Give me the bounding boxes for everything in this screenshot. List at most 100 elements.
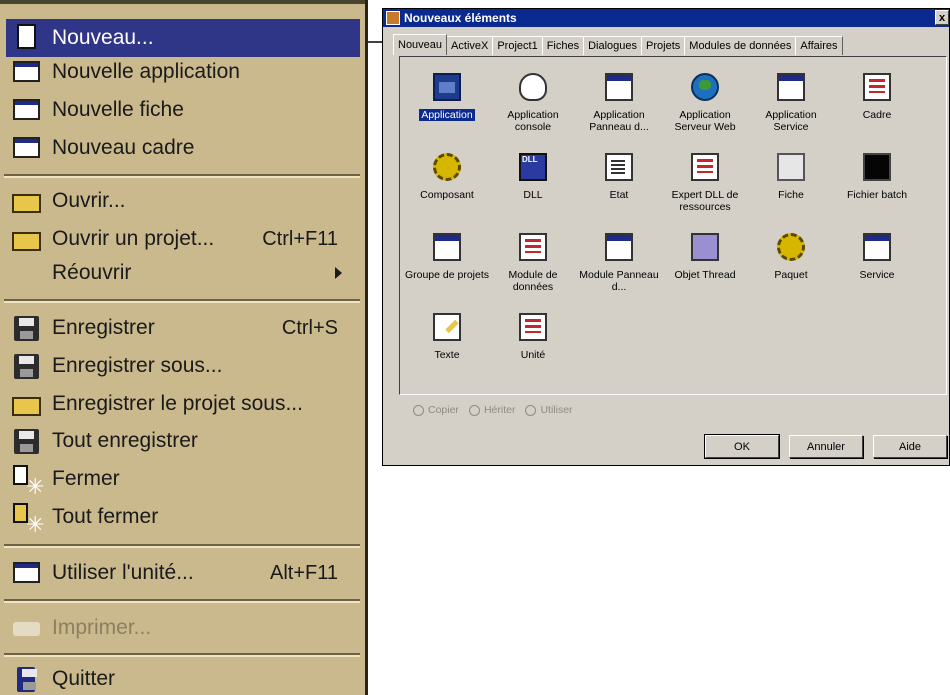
close-all-icon: ✳ — [10, 502, 44, 536]
item-fiche[interactable]: Fiche — [748, 147, 834, 219]
menu-item-shortcut: Alt+F11 — [270, 561, 338, 584]
menu-item-imprimer: Imprimer... — [6, 609, 360, 647]
new-form-icon — [10, 95, 44, 125]
component-gear-icon — [433, 153, 461, 181]
item-texte[interactable]: Texte — [404, 307, 490, 379]
item-module-de-donnees[interactable]: Module de données — [490, 227, 576, 299]
menu-item-quitter[interactable]: Quitter — [6, 660, 360, 695]
menu-item-nouvelle-application[interactable]: Nouvelle application — [6, 53, 360, 91]
report-icon — [605, 153, 633, 181]
quit-icon — [10, 664, 44, 694]
item-unite[interactable]: Unité — [490, 307, 576, 379]
item-objet-thread[interactable]: Objet Thread — [662, 227, 748, 299]
close-file-icon: ✳ — [10, 464, 44, 498]
menu-item-label: Réouvrir — [52, 261, 132, 284]
menu-item-ouvrir-projet[interactable]: Ouvrir un projet... Ctrl+F11 — [6, 220, 360, 258]
menu-item-nouveau-cadre[interactable]: Nouveau cadre — [6, 129, 360, 167]
save-as-icon — [10, 351, 44, 381]
menu-item-reouvrir[interactable]: Réouvrir — [6, 254, 360, 292]
menu-separator — [4, 544, 360, 548]
item-label: Application Panneau d... — [589, 109, 649, 133]
item-cadre[interactable]: Cadre — [834, 67, 920, 139]
item-expert-dll-ressources[interactable]: Expert DLL de ressources — [662, 147, 748, 219]
cancel-button[interactable]: Annuler — [789, 435, 863, 458]
save-disk-icon — [10, 313, 44, 343]
menu-item-shortcut: Ctrl+S — [281, 316, 338, 339]
service-app-icon — [777, 73, 805, 101]
menu-item-label: Tout fermer — [52, 505, 159, 528]
menu-item-tout-fermer[interactable]: ✳ Tout fermer — [6, 498, 360, 536]
menu-item-utiliser-unite[interactable]: Utiliser l'unité... Alt+F11 — [6, 554, 360, 592]
items-panel: Application Application console Applicat… — [399, 56, 947, 395]
tab-dialogues[interactable]: Dialogues — [583, 36, 643, 55]
menu-item-enregistrer-sous[interactable]: Enregistrer sous... — [6, 347, 360, 385]
item-groupe-de-projets[interactable]: Groupe de projets — [404, 227, 490, 299]
item-service[interactable]: Service — [834, 227, 920, 299]
item-label: Paquet — [774, 269, 808, 281]
option-utiliser: Utiliser — [525, 404, 573, 416]
tab-fiches[interactable]: Fiches — [541, 36, 585, 55]
tab-projets[interactable]: Projets — [641, 36, 686, 55]
new-document-icon — [10, 23, 44, 53]
save-all-icon — [10, 426, 44, 456]
dialog-title: Nouveaux éléments — [404, 11, 517, 25]
menu-item-label: Tout enregistrer — [52, 429, 198, 452]
item-dll[interactable]: DLL — [490, 147, 576, 219]
menu-item-label: Enregistrer — [52, 316, 155, 339]
item-module-panneau[interactable]: Module Panneau d... — [576, 227, 662, 299]
project-group-icon — [433, 233, 461, 261]
item-application[interactable]: Application — [404, 67, 490, 139]
menu-item-shortcut: Ctrl+F11 — [262, 227, 338, 250]
help-button[interactable]: Aide — [873, 435, 947, 458]
menu-item-ouvrir[interactable]: Ouvrir... — [6, 182, 360, 220]
tab-strip: Nouveau ActiveX Project1 Fiches Dialogue… — [393, 34, 843, 56]
menu-item-label: Nouvelle fiche — [52, 98, 184, 121]
menu-item-label: Enregistrer sous... — [52, 354, 223, 377]
tab-affaires[interactable]: Affaires — [795, 36, 843, 55]
new-application-icon — [10, 57, 44, 87]
console-app-icon — [519, 73, 547, 101]
item-label: Fichier batch — [846, 189, 908, 201]
item-label: Unité — [520, 349, 546, 361]
new-frame-icon — [10, 133, 44, 163]
menu-item-nouveau[interactable]: Nouveau... — [6, 19, 360, 57]
menu-item-fermer[interactable]: ✳ Fermer — [6, 460, 360, 498]
open-folder-icon — [10, 186, 44, 216]
item-application-service[interactable]: Application Service — [748, 67, 834, 139]
tab-modules-de-donnees[interactable]: Modules de données — [684, 36, 797, 55]
menu-item-tout-enregistrer[interactable]: Tout enregistrer — [6, 422, 360, 460]
item-label: Module Panneau d... — [579, 269, 659, 293]
item-label: Groupe de projets — [404, 269, 490, 281]
item-label: Module de données — [508, 269, 558, 293]
dialog-title-bar[interactable]: Nouveaux éléments x — [383, 9, 949, 27]
menu-item-enregistrer-projet-sous[interactable]: Enregistrer le projet sous... — [6, 385, 360, 423]
item-application-panneau[interactable]: Application Panneau d... — [576, 67, 662, 139]
radio-icon — [413, 404, 424, 416]
menu-item-label: Nouveau... — [52, 26, 154, 49]
item-composant[interactable]: Composant — [404, 147, 490, 219]
item-application-serveur-web[interactable]: Application Serveur Web — [662, 67, 748, 139]
control-panel-module-icon — [605, 233, 633, 261]
item-paquet[interactable]: Paquet — [748, 227, 834, 299]
item-application-console[interactable]: Application console — [490, 67, 576, 139]
radio-icon — [468, 404, 480, 416]
item-label: Service — [859, 269, 895, 281]
menu-separator — [4, 174, 360, 178]
menu-item-label: Fermer — [52, 467, 120, 490]
radio-icon — [525, 404, 537, 416]
menu-item-nouvelle-fiche[interactable]: Nouvelle fiche — [6, 91, 360, 129]
tab-activex[interactable]: ActiveX — [446, 36, 494, 55]
ok-button[interactable]: OK — [704, 434, 780, 459]
form-icon — [777, 153, 805, 181]
menu-item-enregistrer[interactable]: Enregistrer Ctrl+S — [6, 309, 360, 347]
tab-nouveau[interactable]: Nouveau — [393, 34, 448, 55]
menu-item-label: Nouveau cadre — [52, 136, 195, 159]
item-etat[interactable]: Etat — [576, 147, 662, 219]
item-label: Fiche — [778, 189, 804, 201]
menu-item-label: Imprimer... — [52, 616, 152, 639]
item-label: Objet Thread — [674, 269, 736, 281]
close-button[interactable]: x — [935, 10, 949, 25]
package-icon — [777, 233, 805, 261]
tab-project1[interactable]: Project1 — [492, 36, 543, 55]
item-fichier-batch[interactable]: Fichier batch — [834, 147, 920, 219]
